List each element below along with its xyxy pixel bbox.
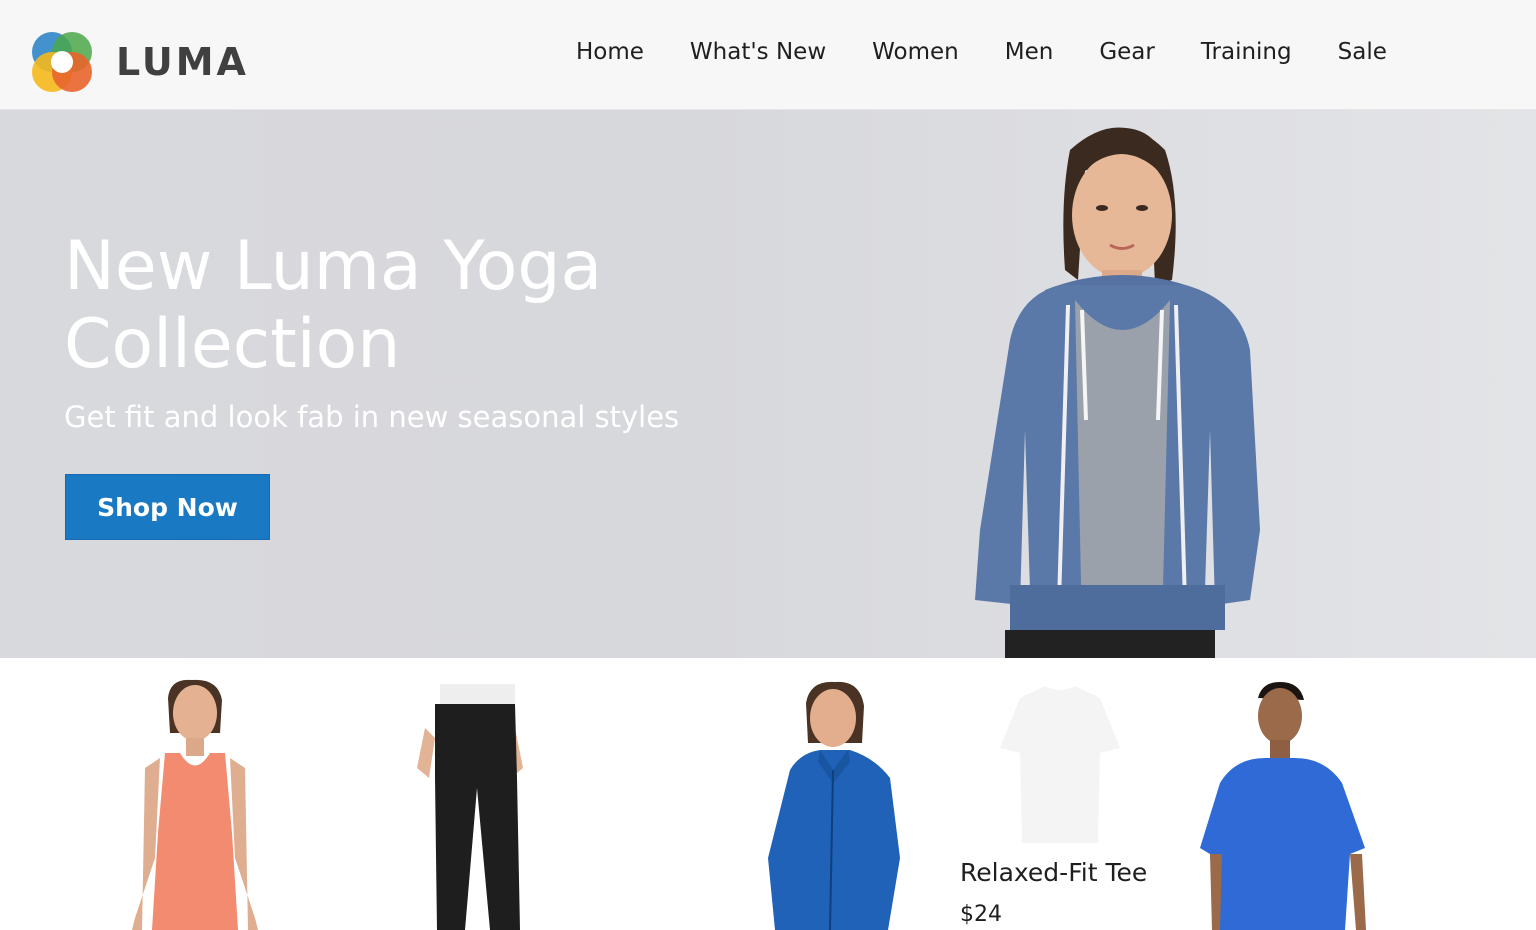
site-header: LUMA Home What's New Women Men Gear Trai… [0,0,1536,110]
nav-whats-new[interactable]: What's New [667,34,849,70]
main-nav: Home What's New Women Men Gear Training … [553,34,1410,70]
blue-zip-jacket-icon [768,681,900,930]
luma-logo-icon [32,32,92,92]
nav-gear[interactable]: Gear [1076,34,1178,70]
nav-women[interactable]: Women [849,34,982,70]
product-strip: Relaxed-Fit Tee $24 [0,658,1536,930]
product-zip-jacket[interactable] [760,658,910,930]
nav-home[interactable]: Home [553,34,667,70]
product-yoga-pants[interactable] [405,658,535,930]
nav-sale[interactable]: Sale [1315,34,1410,70]
product-mens-tee[interactable] [1200,658,1380,930]
product-name[interactable]: Relaxed-Fit Tee [960,858,1147,887]
nav-men[interactable]: Men [982,34,1077,70]
black-yoga-pants-icon [417,684,523,930]
hero-banner: New Luma Yoga Collection Get fit and loo… [0,110,1536,658]
hero-subtitle: Get fit and look fab in new seasonal sty… [64,400,680,434]
product-tank-top[interactable] [120,658,270,930]
white-tee-icon [1000,686,1120,843]
blue-mens-tee-icon [1200,682,1366,930]
product-price: $24 [960,902,1002,927]
coral-tank-top-icon [132,679,258,930]
logo-wordmark: LUMA [116,40,249,84]
shop-now-button[interactable]: Shop Now [65,474,270,540]
hero-title: New Luma Yoga Collection [64,227,603,384]
hero-model-photo [975,127,1260,658]
nav-training[interactable]: Training [1178,34,1315,70]
luma-logo[interactable]: LUMA [28,30,249,94]
product-relaxed-fit-tee[interactable] [990,658,1130,930]
